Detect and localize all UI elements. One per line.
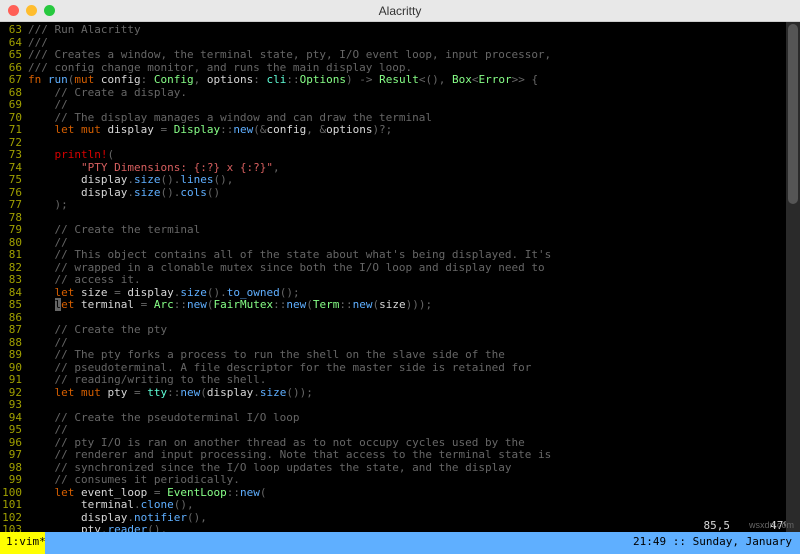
code-line[interactable]: 85 let terminal = Arc::new(FairMutex::ne… xyxy=(0,299,800,312)
code-content[interactable]: display.size().cols() xyxy=(28,187,800,200)
status-right: 21:49 :: Sunday, January xyxy=(45,532,800,554)
line-number: 63 xyxy=(0,24,28,37)
code-line[interactable]: 63/// Run Alacritty xyxy=(0,24,800,37)
statusbar: 1:vim* 21:49 :: Sunday, January xyxy=(0,532,800,554)
code-content[interactable]: // Create the terminal xyxy=(28,224,800,237)
cursor-position: 85,5 xyxy=(704,520,731,533)
scrollbar[interactable] xyxy=(786,22,800,532)
scrollbar-thumb[interactable] xyxy=(788,24,798,204)
line-number: 85 xyxy=(0,299,28,312)
line-number: 101 xyxy=(0,499,28,512)
line-number: 69 xyxy=(0,99,28,112)
code-line[interactable]: 94 // Create the pseudoterminal I/O loop xyxy=(0,412,800,425)
line-number: 73 xyxy=(0,149,28,162)
code-line[interactable]: 76 display.size().cols() xyxy=(0,187,800,200)
line-number: 67 xyxy=(0,74,28,87)
status-left: 1:vim* xyxy=(0,532,45,554)
code-line[interactable]: 79 // Create the terminal xyxy=(0,224,800,237)
editor-area[interactable]: 63/// Run Alacritty64///65/// Creates a … xyxy=(0,22,800,532)
minimize-icon[interactable] xyxy=(26,5,37,16)
code-content[interactable]: // wrapped in a clonable mutex since bot… xyxy=(28,262,800,275)
code-content[interactable]: let terminal = Arc::new(FairMutex::new(T… xyxy=(28,299,800,312)
code-content[interactable]: // Create a display. xyxy=(28,87,800,100)
maximize-icon[interactable] xyxy=(44,5,55,16)
code-content[interactable]: let mut pty = tty::new(display.size()); xyxy=(28,387,800,400)
code-line[interactable]: 71 let mut display = Display::new(&confi… xyxy=(0,124,800,137)
line-number: 89 xyxy=(0,349,28,362)
code-line[interactable]: 103 pty.reader(), xyxy=(0,524,800,532)
window-title: Alacritty xyxy=(0,4,800,18)
line-number: 77 xyxy=(0,199,28,212)
code-content[interactable]: ); xyxy=(28,199,800,212)
line-number: 95 xyxy=(0,424,28,437)
code-line[interactable]: 72 xyxy=(0,137,800,150)
line-number: 81 xyxy=(0,249,28,262)
line-number: 79 xyxy=(0,224,28,237)
close-icon[interactable] xyxy=(8,5,19,16)
code-content[interactable]: /// Run Alacritty xyxy=(28,24,800,37)
traffic-lights xyxy=(0,5,55,16)
line-number: 75 xyxy=(0,174,28,187)
line-number: 97 xyxy=(0,449,28,462)
line-number: 65 xyxy=(0,49,28,62)
watermark: wsxdn.com xyxy=(749,520,794,530)
line-number: 87 xyxy=(0,324,28,337)
line-number: 103 xyxy=(0,524,28,532)
code-content[interactable]: pty.reader(), xyxy=(28,524,800,532)
line-number: 83 xyxy=(0,274,28,287)
code-content[interactable] xyxy=(28,137,800,150)
line-number: 93 xyxy=(0,399,28,412)
code-line[interactable]: 68 // Create a display. xyxy=(0,87,800,100)
line-number: 71 xyxy=(0,124,28,137)
titlebar: Alacritty xyxy=(0,0,800,22)
code-content[interactable]: // Create the pty xyxy=(28,324,800,337)
code-line[interactable]: 77 ); xyxy=(0,199,800,212)
line-number: 99 xyxy=(0,474,28,487)
code-line[interactable]: 92 let mut pty = tty::new(display.size()… xyxy=(0,387,800,400)
code-line[interactable]: 87 // Create the pty xyxy=(0,324,800,337)
code-content[interactable]: let mut display = Display::new(&config, … xyxy=(28,124,800,137)
code-content[interactable]: // Create the pseudoterminal I/O loop xyxy=(28,412,800,425)
line-number: 91 xyxy=(0,374,28,387)
